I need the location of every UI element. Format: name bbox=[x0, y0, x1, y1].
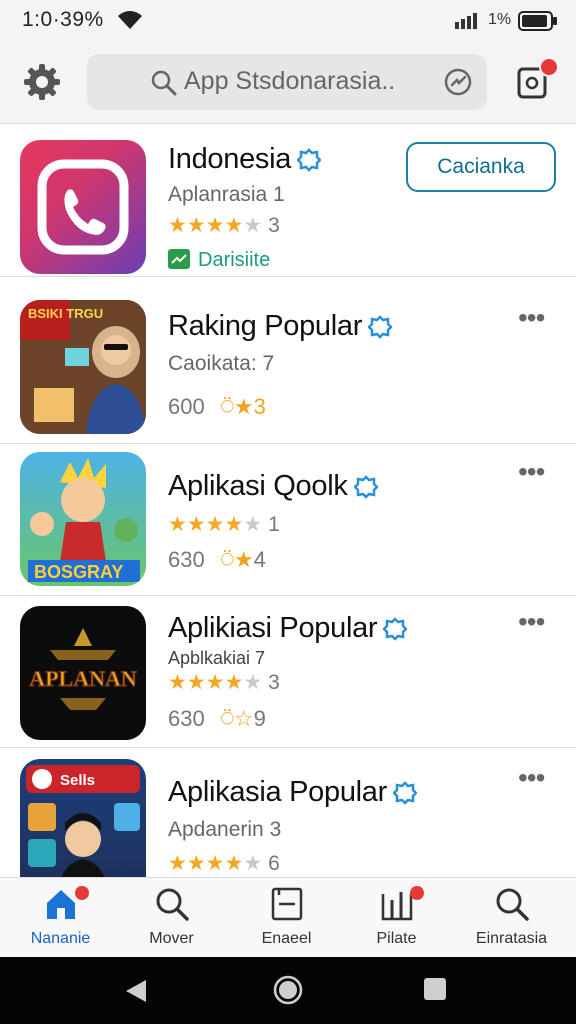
app-icon: Sells bbox=[20, 759, 146, 877]
award-icon: ⍥☆ bbox=[220, 706, 254, 731]
search-icon bbox=[156, 888, 189, 921]
nav-item-mover[interactable]: Mover bbox=[114, 878, 229, 958]
thumb-text: BSIKI TRGU bbox=[28, 306, 103, 321]
award-icon: ⍥★ bbox=[220, 547, 254, 572]
app-title: Aplikasi Qoolk bbox=[168, 470, 378, 503]
gear-icon[interactable] bbox=[22, 62, 62, 102]
nav-item-enaeel[interactable]: Enaeel bbox=[229, 878, 344, 958]
award-count: 9 bbox=[253, 706, 266, 731]
list-item[interactable]: APLANAN Aplikiasi Popular Apblkakiai 7 ★… bbox=[0, 596, 576, 748]
list-item[interactable]: BSIKI TRGU Raking Popular Caoikata: 7 60… bbox=[0, 292, 576, 444]
app-icon: BSIKI TRGU bbox=[20, 300, 146, 434]
speedometer-icon[interactable] bbox=[443, 67, 473, 97]
install-button[interactable]: Cacianka bbox=[406, 142, 556, 192]
app-meta: 630 ⍥★4 bbox=[168, 547, 266, 573]
thumb-text: BOSGRAY bbox=[34, 562, 123, 582]
app-title: Indonesia bbox=[168, 143, 322, 176]
search-icon bbox=[151, 70, 177, 96]
app-subtitle: Apdanerin 3 bbox=[168, 818, 282, 841]
app-subtitle: Apblkakiai 7 bbox=[168, 648, 266, 668]
more-options-icon[interactable]: ••• bbox=[518, 762, 545, 794]
app-icon: BOSGRAY bbox=[20, 452, 146, 586]
app-meta: 600 ⍥★3 bbox=[168, 394, 266, 420]
battery-icon bbox=[518, 11, 557, 31]
nav-item-home[interactable]: Nananie bbox=[3, 878, 118, 958]
system-navigation-bar bbox=[0, 957, 576, 1024]
rating-count: 6 bbox=[268, 852, 280, 875]
more-options-icon[interactable]: ••• bbox=[518, 302, 545, 334]
search-input[interactable]: App Stsdonarasia.. bbox=[87, 54, 487, 110]
thumb-text: APLANAN bbox=[29, 666, 137, 691]
star-rating: ★★★★★ 1 bbox=[168, 513, 280, 536]
app-icon: APLANAN bbox=[20, 606, 146, 740]
app-title: Aplikasia Popular bbox=[168, 776, 417, 809]
verified-icon bbox=[297, 148, 322, 173]
notification-badge bbox=[539, 57, 559, 77]
chart-icon bbox=[168, 249, 190, 269]
list-item[interactable]: Sells Aplikasia Popular Apdanerin 3 ★★★★… bbox=[0, 750, 576, 877]
award-count: 4 bbox=[253, 547, 266, 572]
download-count: 630 bbox=[168, 547, 205, 572]
verified-icon bbox=[353, 475, 378, 500]
award-icon: ⍥★ bbox=[220, 394, 254, 419]
recents-icon[interactable] bbox=[424, 978, 446, 1000]
app-title: Aplikiasi Popular bbox=[168, 612, 408, 645]
nav-item-einratasia[interactable]: Einratasia bbox=[454, 878, 569, 958]
search-placeholder: App Stsdonarasia.. bbox=[184, 67, 396, 95]
battery-percent: 1% bbox=[488, 11, 512, 28]
download-count: 600 bbox=[168, 394, 205, 419]
app-header: App Stsdonarasia.. bbox=[0, 42, 576, 124]
signal-icon bbox=[455, 13, 477, 29]
more-options-icon[interactable]: ••• bbox=[518, 606, 545, 638]
thumb-text: Sells bbox=[60, 772, 95, 789]
app-subtitle: Aplanrasia 1 bbox=[168, 183, 285, 206]
search-icon bbox=[496, 888, 529, 921]
verified-icon bbox=[383, 617, 408, 642]
wifi-icon bbox=[118, 11, 142, 29]
home-button-icon[interactable] bbox=[273, 975, 303, 1005]
nav-badge bbox=[410, 886, 424, 900]
rating-count: 3 bbox=[268, 214, 280, 237]
rating-count: 3 bbox=[268, 671, 280, 694]
app-icon bbox=[20, 140, 146, 274]
star-rating: ★★★★★ 3 bbox=[168, 671, 280, 694]
app-meta: 630 ⍥☆9 bbox=[168, 706, 266, 732]
app-title: Raking Popular bbox=[168, 310, 393, 343]
nav-item-pilate[interactable]: Pilate bbox=[339, 878, 454, 958]
verified-icon bbox=[368, 315, 393, 340]
app-subtitle: Caoikata: 7 bbox=[168, 352, 275, 375]
star-rating: ★★★★★ 3 bbox=[168, 214, 280, 237]
home-icon bbox=[46, 890, 75, 919]
more-options-icon[interactable]: ••• bbox=[518, 456, 545, 488]
phone-icon bbox=[37, 159, 129, 255]
document-icon bbox=[271, 887, 302, 921]
list-item[interactable]: BOSGRAY Aplikasi Qoolk ★★★★★ 1 630 ⍥★4 ••• bbox=[0, 444, 576, 596]
category-tag: Darisiite bbox=[168, 249, 270, 272]
award-count: 3 bbox=[253, 394, 266, 419]
nav-badge bbox=[75, 886, 89, 900]
rating-count: 1 bbox=[268, 513, 280, 536]
app-list: Indonesia Aplanrasia 1 ★★★★★ 3 Cacianka D… bbox=[0, 125, 576, 877]
status-bar: 1:0·39% 1% bbox=[0, 0, 576, 42]
star-rating: ★★★★★ 6 bbox=[168, 852, 280, 875]
download-count: 630 bbox=[168, 706, 205, 731]
bottom-navigation: Nananie Mover Enaeel Pilate Einratasia bbox=[0, 877, 576, 957]
verified-icon bbox=[392, 781, 417, 806]
status-time: 1:0·39% bbox=[22, 8, 104, 31]
list-item[interactable]: Indonesia Aplanrasia 1 ★★★★★ 3 Cacianka D… bbox=[0, 125, 576, 277]
back-icon[interactable] bbox=[124, 978, 148, 1004]
